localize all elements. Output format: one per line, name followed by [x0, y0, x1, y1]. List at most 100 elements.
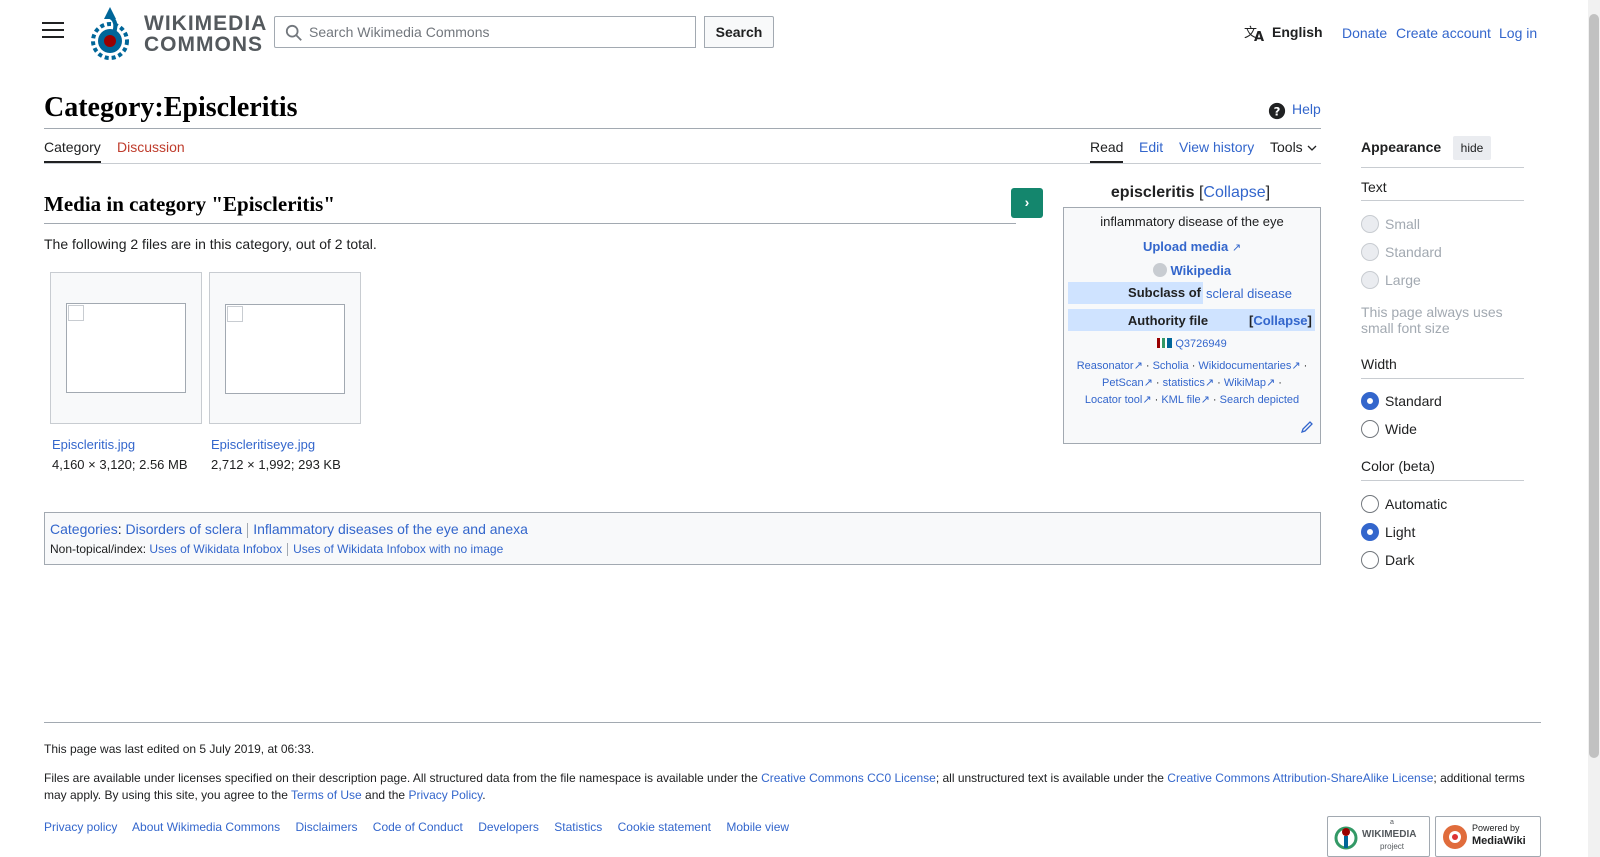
- scholia-link[interactable]: Scholia: [1153, 360, 1189, 372]
- width-standard-label: Standard: [1385, 393, 1442, 409]
- footer-link-about[interactable]: About Wikimedia Commons: [132, 820, 280, 834]
- locator-tool-link[interactable]: Locator tool: [1085, 394, 1142, 406]
- subclass-value-link[interactable]: scleral disease: [1206, 286, 1292, 301]
- cc-by-sa-link[interactable]: Creative Commons Attribution-ShareAlike …: [1167, 771, 1433, 785]
- create-account-link[interactable]: Create account: [1396, 25, 1491, 41]
- kml-file-link[interactable]: KML file: [1161, 394, 1200, 406]
- main-menu-icon[interactable]: [42, 22, 64, 40]
- categories-link[interactable]: Categories: [50, 521, 118, 537]
- search-box: [274, 16, 696, 48]
- donate-link[interactable]: Donate: [1342, 25, 1387, 41]
- broken-image-icon: [225, 304, 345, 394]
- text-standard-radio[interactable]: [1361, 243, 1379, 261]
- color-light-radio[interactable]: [1361, 523, 1379, 541]
- file-thumbnail[interactable]: [209, 272, 361, 424]
- terms-of-use-link[interactable]: Terms of Use: [291, 788, 362, 802]
- appearance-hide-button[interactable]: hide: [1453, 136, 1491, 160]
- category-link[interactable]: Inflammatory diseases of the eye and ane…: [253, 521, 528, 537]
- category-links-box: Categories: Disorders of sclera Inflammat…: [44, 512, 1321, 565]
- commons-logo-icon: [91, 7, 129, 60]
- tab-view-history[interactable]: View history: [1179, 139, 1254, 161]
- text-size-note: This page always uses small font size: [1361, 304, 1503, 336]
- search-button[interactable]: Search: [704, 16, 774, 48]
- badge-a-text: a: [1390, 819, 1394, 826]
- wikipedia-link[interactable]: Wikipedia: [1171, 263, 1232, 278]
- page-scrollbar[interactable]: [1588, 0, 1600, 857]
- search-depicted-link[interactable]: Search depicted: [1220, 394, 1300, 406]
- width-wide-radio[interactable]: [1361, 420, 1379, 438]
- footer-link-disclaimers[interactable]: Disclaimers: [295, 820, 357, 834]
- language-icon[interactable]: 文 A: [1244, 24, 1266, 42]
- footer-link-privacy[interactable]: Privacy policy: [44, 820, 117, 834]
- tab-edit[interactable]: Edit: [1139, 139, 1163, 161]
- logo-wordmark: WIKIMEDIA COMMONS: [144, 13, 267, 55]
- language-selector[interactable]: English: [1272, 24, 1323, 40]
- privacy-policy-link[interactable]: Privacy Policy: [408, 788, 482, 802]
- color-dark-radio[interactable]: [1361, 551, 1379, 569]
- wikimap-link[interactable]: WikiMap: [1224, 377, 1266, 389]
- authority-collapse: [Collapse]: [1249, 313, 1312, 328]
- help-icon[interactable]: ?: [1268, 102, 1286, 120]
- file-name-link[interactable]: Episcleritiseye.jpg: [211, 437, 315, 452]
- footer-link-cookie[interactable]: Cookie statement: [618, 820, 711, 834]
- footer-link-statistics[interactable]: Statistics: [554, 820, 602, 834]
- text-heading: Text: [1361, 179, 1387, 195]
- infobox-subject: episcleritis: [1110, 184, 1195, 201]
- hidden-categories: Non-topical/index: Uses of Wikidata Info…: [50, 542, 503, 557]
- hidden-category-link[interactable]: Uses of Wikidata Infobox with no image: [293, 542, 503, 556]
- scrollbar-thumb[interactable]: [1589, 14, 1599, 758]
- text-small-radio[interactable]: [1361, 215, 1379, 233]
- tab-discussion[interactable]: Discussion: [117, 139, 185, 161]
- footer-links: Privacy policy About Wikimedia Commons D…: [44, 820, 801, 834]
- wikidata-qid-link[interactable]: Q3726949: [1175, 338, 1226, 350]
- upload-media-row: Upload media ↗: [1064, 239, 1320, 254]
- tools-links-row-1: Reasonator↗ · Scholia · Wikidocumentarie…: [1076, 360, 1308, 372]
- tab-category[interactable]: Category: [44, 139, 101, 163]
- text-large-radio[interactable]: [1361, 271, 1379, 289]
- site-header: WIKIMEDIA COMMONS Search 文 A English Don…: [0, 0, 1590, 66]
- site-logo[interactable]: WIKIMEDIA COMMONS: [88, 7, 266, 61]
- pencil-edit-icon[interactable]: [1300, 420, 1314, 434]
- wikidata-infobox: inflammatory disease of the eye Upload m…: [1063, 207, 1321, 444]
- collapse-link[interactable]: Collapse: [1203, 184, 1265, 201]
- login-link[interactable]: Log in: [1499, 25, 1537, 41]
- mediawiki-badge[interactable]: Powered by MediaWiki: [1435, 816, 1541, 857]
- license-text: Files are available under licenses speci…: [44, 770, 1534, 804]
- svg-text:A: A: [1254, 30, 1264, 42]
- color-divider: [1361, 480, 1524, 481]
- tools-menu[interactable]: Tools: [1270, 139, 1317, 161]
- license-text-part: Files are available under licenses speci…: [44, 771, 762, 785]
- reasonator-link[interactable]: Reasonator: [1077, 360, 1134, 372]
- badge-mediawiki-text: MediaWiki: [1472, 835, 1526, 847]
- help-link[interactable]: Help: [1292, 101, 1321, 117]
- next-page-button[interactable]: ›: [1011, 188, 1043, 218]
- search-input[interactable]: [309, 17, 689, 47]
- footer-link-mobile-view[interactable]: Mobile view: [726, 820, 789, 834]
- title-divider: [44, 128, 1321, 129]
- footer-link-code-of-conduct[interactable]: Code of Conduct: [373, 820, 463, 834]
- hidden-category-link[interactable]: Uses of Wikidata Infobox: [149, 542, 282, 556]
- category-link[interactable]: Disorders of sclera: [125, 521, 242, 537]
- footer-link-developers[interactable]: Developers: [478, 820, 539, 834]
- file-thumbnail[interactable]: [50, 272, 202, 424]
- file-name-link[interactable]: Episcleritis.jpg: [52, 437, 135, 452]
- petscan-link[interactable]: PetScan: [1102, 377, 1144, 389]
- color-light-label: Light: [1385, 524, 1416, 540]
- width-standard-radio[interactable]: [1361, 392, 1379, 410]
- badge-powered-by-text: Powered by: [1472, 823, 1520, 833]
- tools-label: Tools: [1270, 139, 1303, 155]
- wikidocumentaries-link[interactable]: Wikidocumentaries: [1198, 360, 1291, 372]
- wikipedia-globe-icon: [1152, 263, 1167, 277]
- badge-wikimedia-text: WIKIMEDIA: [1362, 829, 1417, 840]
- license-text-part: .: [482, 788, 486, 802]
- file-count-text: The following 2 files are in this catego…: [44, 236, 377, 252]
- statistics-link[interactable]: statistics: [1163, 377, 1205, 389]
- authority-collapse-link[interactable]: Collapse: [1253, 313, 1307, 328]
- color-automatic-radio[interactable]: [1361, 495, 1379, 513]
- external-link-icon: ↗: [1231, 242, 1242, 254]
- tab-read[interactable]: Read: [1090, 139, 1124, 163]
- wikimedia-project-badge[interactable]: a WIKIMEDIA project: [1327, 816, 1430, 857]
- color-automatic-label: Automatic: [1385, 496, 1448, 512]
- cc0-license-link[interactable]: Creative Commons CC0 License: [761, 771, 936, 785]
- upload-media-link[interactable]: Upload media: [1143, 239, 1228, 254]
